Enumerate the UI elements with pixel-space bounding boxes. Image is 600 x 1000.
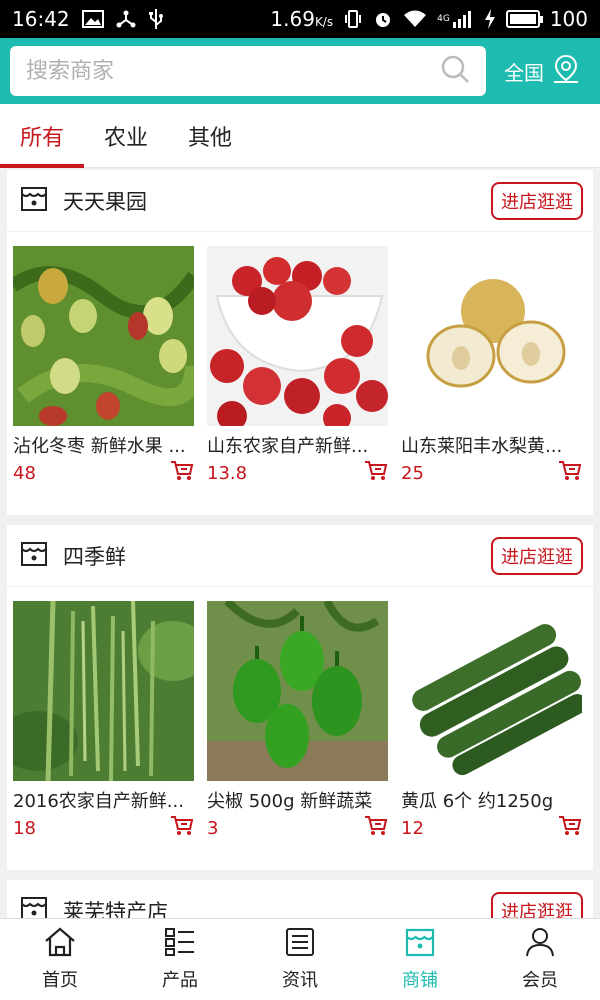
store-icon: [19, 539, 49, 573]
product-price: 18: [13, 817, 36, 839]
nav-label: 首页: [42, 970, 78, 991]
region-label: 全国: [504, 60, 544, 85]
location-pin-icon: [552, 54, 580, 89]
shop-card: 天天果园 进店逛逛 沾化冬枣 新鲜水果 ... 48 山东农家自产新鲜... 1…: [7, 170, 593, 515]
shop-header: 四季鲜 进店逛逛: [7, 525, 593, 587]
enter-shop-button[interactable]: 进店逛逛: [491, 181, 583, 220]
product-price: 48: [13, 462, 36, 484]
shop-name: 莱芜特产店: [63, 899, 168, 919]
nav-news[interactable]: 资讯: [240, 919, 360, 1000]
nav-label: 商铺: [402, 970, 438, 991]
search-icon[interactable]: [440, 54, 470, 88]
vibrate-icon: [343, 9, 363, 29]
network-speed: 1.69K/s: [270, 7, 334, 31]
signal-icon: 4G: [437, 10, 474, 28]
share-notification-icon: [116, 9, 136, 29]
region-selector[interactable]: 全国: [504, 54, 580, 89]
product-price: 25: [401, 462, 424, 484]
nav-products[interactable]: 产品: [120, 919, 240, 1000]
product-title: 黄瓜 6个 约1250g: [401, 791, 554, 812]
product-title: 沾化冬枣 新鲜水果 ...: [13, 436, 186, 457]
cart-icon[interactable]: [170, 815, 194, 841]
bottom-nav: 首页 产品 资讯 商铺 会员: [0, 918, 600, 1000]
product-image-jujube[interactable]: [13, 246, 194, 426]
nav-label: 资讯: [282, 970, 318, 991]
status-bar: 16:42 1.69K/s 4G 100: [0, 0, 600, 38]
usb-icon: [148, 8, 164, 30]
nav-shops[interactable]: 商铺: [360, 919, 480, 1000]
alarm-icon: [373, 9, 393, 29]
store-icon: [19, 184, 49, 218]
nav-label: 会员: [522, 970, 558, 991]
product-image-peppers[interactable]: [207, 601, 388, 781]
grid-list-icon: [164, 927, 196, 962]
product-price: 3: [207, 817, 219, 839]
cart-icon[interactable]: [364, 460, 388, 486]
product-title: 尖椒 500g 新鲜蔬菜: [207, 791, 373, 812]
store-icon: [19, 894, 49, 918]
nav-label: 产品: [162, 970, 198, 991]
cart-icon[interactable]: [558, 460, 582, 486]
product-image-cucumber[interactable]: [401, 601, 582, 781]
tab-agriculture[interactable]: 农业: [84, 104, 168, 168]
status-time: 16:42: [12, 7, 70, 31]
nav-member[interactable]: 会员: [480, 919, 600, 1000]
product-image-pear[interactable]: [401, 246, 582, 426]
product-card[interactable]: 山东莱阳丰水梨黄... 25: [401, 246, 582, 486]
product-title: 2016农家自产新鲜...: [13, 791, 184, 812]
cart-icon[interactable]: [364, 815, 388, 841]
product-card[interactable]: 尖椒 500g 新鲜蔬菜 3: [207, 601, 388, 841]
product-title: 山东农家自产新鲜...: [207, 436, 369, 457]
shop-card: 四季鲜 进店逛逛 2016农家自产新鲜... 18 尖椒 500g 新鲜蔬菜 3…: [7, 525, 593, 870]
product-card[interactable]: 山东农家自产新鲜... 13.8: [207, 246, 388, 486]
search-input[interactable]: [26, 58, 440, 84]
shop-header: 莱芜特产店 进店逛逛: [7, 880, 593, 918]
shop-header: 天天果园 进店逛逛: [7, 170, 593, 232]
home-icon: [44, 927, 76, 962]
enter-shop-button[interactable]: 进店逛逛: [491, 891, 583, 918]
search-header: 全国: [0, 38, 600, 104]
product-row: 沾化冬枣 新鲜水果 ... 48 山东农家自产新鲜... 13.8 山东莱阳丰水…: [7, 232, 593, 486]
news-icon: [284, 927, 316, 962]
product-title: 山东莱阳丰水梨黄...: [401, 436, 563, 457]
product-image-beans[interactable]: [13, 601, 194, 781]
product-card[interactable]: 黄瓜 6个 约1250g 12: [401, 601, 582, 841]
user-icon: [524, 927, 556, 962]
product-card[interactable]: 2016农家自产新鲜... 18: [13, 601, 194, 841]
cart-icon[interactable]: [170, 460, 194, 486]
battery-icon: [505, 10, 543, 28]
enter-shop-button[interactable]: 进店逛逛: [491, 536, 583, 575]
tab-other[interactable]: 其他: [168, 104, 252, 168]
tab-all[interactable]: 所有: [0, 104, 84, 168]
battery-level: 100: [549, 7, 588, 31]
product-price: 13.8: [207, 462, 248, 484]
product-image-hawthorn[interactable]: [207, 246, 388, 426]
product-row: 2016农家自产新鲜... 18 尖椒 500g 新鲜蔬菜 3 黄瓜 6个 约1…: [7, 587, 593, 841]
store-icon: [404, 927, 436, 962]
cart-icon[interactable]: [558, 815, 582, 841]
nav-home[interactable]: 首页: [0, 919, 120, 1000]
shop-name: 四季鲜: [63, 544, 126, 569]
search-box[interactable]: [10, 46, 486, 96]
shop-card: 莱芜特产店 进店逛逛: [7, 880, 593, 918]
image-notification-icon: [81, 10, 104, 28]
charging-icon: [484, 9, 496, 29]
wifi-icon: [403, 10, 427, 28]
product-card[interactable]: 沾化冬枣 新鲜水果 ... 48: [13, 246, 194, 486]
category-tabs: 所有 农业 其他: [0, 104, 600, 168]
product-price: 12: [401, 817, 424, 839]
shop-name: 天天果园: [63, 189, 147, 214]
